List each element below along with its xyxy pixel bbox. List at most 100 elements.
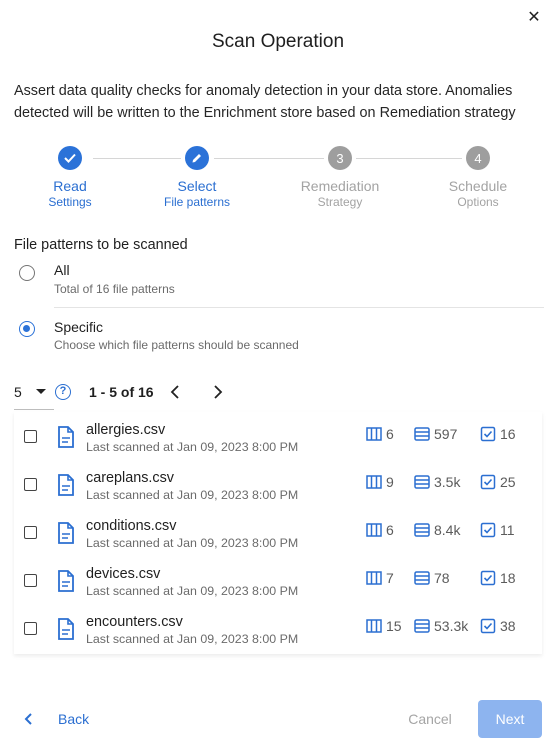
file-name: encounters.csv <box>86 614 183 630</box>
chevron-left-icon <box>24 713 32 725</box>
row-checkbox[interactable] <box>24 574 37 587</box>
section-title: File patterns to be scanned <box>14 237 188 253</box>
records-icon <box>414 475 430 489</box>
file-name: devices.csv <box>86 566 161 582</box>
step-title: Schedule <box>448 178 508 194</box>
stat-value: 597 <box>434 426 458 442</box>
option-specific[interactable]: Specific Choose which file patterns shou… <box>14 319 544 359</box>
option-label: All <box>54 262 70 278</box>
records-icon <box>414 571 430 585</box>
step-select-file-patterns: Select File patterns <box>137 146 257 210</box>
radio-all[interactable] <box>19 265 35 281</box>
row-checkbox[interactable] <box>24 526 37 539</box>
list-item[interactable]: allergies.csv Last scanned at Jan 09, 20… <box>14 412 542 460</box>
step-title: Select <box>177 178 217 194</box>
step-number: 4 <box>466 146 490 170</box>
checks-count: 11 <box>480 520 515 540</box>
stat-value: 7 <box>386 570 394 586</box>
row-checkbox[interactable] <box>24 622 37 635</box>
checks-icon <box>480 522 496 538</box>
records-icon <box>414 619 430 633</box>
stat-value: 16 <box>500 426 516 442</box>
records-count: 78 <box>414 568 450 588</box>
stat-value: 6 <box>386 426 394 442</box>
stat-value: 25 <box>500 474 516 490</box>
row-checkbox[interactable] <box>24 478 37 491</box>
fields-count: 15 <box>366 616 402 636</box>
step-subtitle: Settings <box>48 195 92 209</box>
stat-value: 3.5k <box>434 474 461 490</box>
stat-value: 11 <box>500 522 515 538</box>
radio-specific[interactable] <box>19 321 35 337</box>
dialog-description: Assert data quality checks for anomaly d… <box>14 83 516 121</box>
records-count: 597 <box>414 424 457 444</box>
fields-count: 9 <box>366 472 394 492</box>
list-item[interactable]: devices.csv Last scanned at Jan 09, 2023… <box>14 556 542 604</box>
stepper: Read Settings Select File patterns 3 Rem… <box>0 146 556 216</box>
next-button[interactable]: Next <box>478 700 542 738</box>
chevron-right-icon[interactable] <box>208 382 228 402</box>
file-icon <box>58 570 74 592</box>
chevron-left-icon[interactable] <box>166 382 186 402</box>
step-subtitle: Options <box>457 195 499 209</box>
close-icon[interactable]: ✕ <box>524 8 544 28</box>
records-count: 8.4k <box>414 520 460 540</box>
last-scanned: Last scanned at Jan 09, 2023 8:00 PM <box>86 632 299 646</box>
option-label: Specific <box>54 319 104 335</box>
option-all[interactable]: All Total of 16 file patterns <box>14 262 544 302</box>
stat-value: 15 <box>386 618 402 634</box>
step-read-settings: Read Settings <box>10 146 130 210</box>
last-scanned: Last scanned at Jan 09, 2023 8:00 PM <box>86 536 299 550</box>
checks-count: 18 <box>480 568 516 588</box>
page-size-select[interactable]: 5 <box>14 382 54 410</box>
list-item[interactable]: encounters.csv Last scanned at Jan 09, 2… <box>14 604 542 652</box>
columns-icon <box>366 619 382 633</box>
list-item[interactable]: conditions.csv Last scanned at Jan 09, 2… <box>14 508 542 556</box>
step-remediation-strategy: 3 Remediation Strategy <box>280 146 400 210</box>
step-subtitle: File patterns <box>163 195 231 209</box>
stat-value: 53.3k <box>434 618 469 634</box>
file-pattern-list: allergies.csv Last scanned at Jan 09, 20… <box>14 412 542 654</box>
back-label: Back <box>58 711 90 727</box>
columns-icon <box>366 523 382 537</box>
option-sub: Total of 16 file patterns <box>54 282 175 296</box>
file-name: careplans.csv <box>86 470 174 486</box>
help-icon[interactable]: ? <box>55 384 71 400</box>
step-number: 3 <box>328 146 352 170</box>
step-schedule-options: 4 Schedule Options <box>418 146 538 210</box>
option-sub: Choose which file patterns should be sca… <box>54 338 299 352</box>
file-name: allergies.csv <box>86 422 166 438</box>
list-item[interactable]: careplans.csv Last scanned at Jan 09, 20… <box>14 460 542 508</box>
caret-down-icon <box>36 389 46 394</box>
file-icon <box>58 474 74 496</box>
stat-value: 38 <box>500 618 516 634</box>
checks-count: 25 <box>480 472 516 492</box>
pagination-range: 1 - 5 of 16 <box>89 384 154 400</box>
records-icon <box>414 427 430 441</box>
file-name: conditions.csv <box>86 518 177 534</box>
pencil-icon <box>185 146 209 170</box>
stat-value: 8.4k <box>434 522 461 538</box>
cancel-button[interactable]: Cancel <box>395 700 465 738</box>
checks-count: 38 <box>480 616 516 636</box>
stat-value: 78 <box>434 570 450 586</box>
checks-icon <box>480 474 496 490</box>
fields-count: 7 <box>366 568 394 588</box>
divider <box>54 307 544 308</box>
check-icon <box>58 146 82 170</box>
columns-icon <box>366 475 382 489</box>
back-button[interactable]: Back <box>22 706 89 732</box>
checks-icon <box>480 618 496 634</box>
checks-count: 16 <box>480 424 516 444</box>
page-size-value: 5 <box>14 384 22 400</box>
step-title: Remediation <box>300 178 380 194</box>
last-scanned: Last scanned at Jan 09, 2023 8:00 PM <box>86 440 299 454</box>
columns-icon <box>366 571 382 585</box>
last-scanned: Last scanned at Jan 09, 2023 8:00 PM <box>86 584 299 598</box>
file-icon <box>58 426 74 448</box>
checks-icon <box>480 426 496 442</box>
step-subtitle: Strategy <box>317 195 363 209</box>
row-checkbox[interactable] <box>24 430 37 443</box>
dialog-title: Scan Operation <box>211 31 345 52</box>
checks-icon <box>480 570 496 586</box>
